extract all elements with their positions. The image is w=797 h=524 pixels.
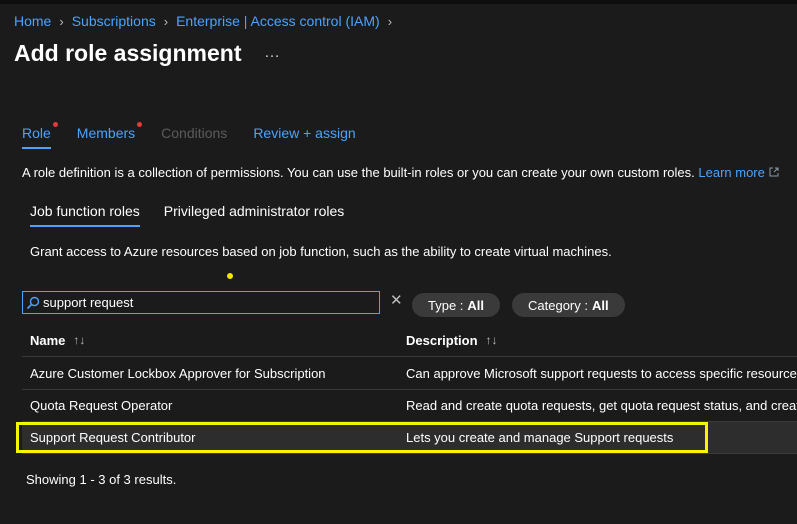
role-description-text: A role definition is a collection of per… [22,165,695,180]
role-name[interactable]: Support Request Contributor [30,430,195,445]
top-bar [0,0,797,4]
column-header-name-label: Name [30,332,66,348]
table-row[interactable]: Quota Request Operator Read and create q… [22,390,797,422]
chevron-right-icon: › [387,13,393,29]
role-type-tabs: Job function roles Privileged administra… [30,203,368,227]
column-header-description-label: Description [406,332,478,348]
tab-role[interactable]: Role [22,122,58,149]
page-title: Add role assignment [14,40,242,66]
search-input[interactable] [43,295,363,310]
type-filter-button[interactable]: Type : All [412,293,501,317]
role-description: A role definition is a collection of per… [22,165,779,180]
category-filter-button[interactable]: Category : All [512,293,625,317]
tab-members-label: Members [76,125,136,141]
role-description-cell: Lets you create and manage Support reque… [406,430,674,445]
more-options-icon[interactable]: … [264,44,281,62]
tab-conditions: Conditions [161,125,227,149]
tab-job-function-roles[interactable]: Job function roles [30,203,140,227]
table-row[interactable]: Azure Customer Lockbox Approver for Subs… [22,358,797,390]
header-divider [22,356,797,357]
breadcrumb: Home › Subscriptions › Enterprise | Acce… [14,13,392,29]
tab-members[interactable]: Members [76,122,143,149]
role-description-cell: Read and create quota requests, get quot… [406,398,797,413]
type-filter-label: Type : [428,297,464,313]
sort-icon[interactable]: ↑↓ [73,333,85,347]
learn-more-link[interactable]: Learn more [698,165,779,180]
breadcrumb-subscriptions[interactable]: Subscriptions [72,13,156,29]
table-row[interactable]: Support Request Contributor Lets you cre… [22,422,797,454]
external-link-icon [769,167,779,177]
tab-review-label: Review + assign [253,125,356,141]
wizard-tabs: Role Members Conditions Review + assign [22,122,382,149]
tab-role-label: Role [22,125,51,141]
tab-conditions-label: Conditions [161,125,228,141]
required-dot-icon [52,122,58,127]
role-name[interactable]: Azure Customer Lockbox Approver for Subs… [30,366,326,381]
cursor-indicator [227,273,233,279]
category-filter-label: Category : [528,297,588,313]
search-box[interactable] [22,291,380,314]
chevron-right-icon: › [59,13,64,29]
tab-privileged-label: Privileged administrator roles [163,203,345,219]
learn-more-label: Learn more [698,165,765,180]
tab-privileged-admin-roles[interactable]: Privileged administrator roles [164,203,345,227]
role-name[interactable]: Quota Request Operator [30,398,172,413]
sort-icon[interactable]: ↑↓ [486,333,498,347]
role-description-cell: Can approve Microsoft support requests t… [406,366,797,381]
results-count: Showing 1 - 3 of 3 results. [26,472,177,487]
breadcrumb-home[interactable]: Home [14,13,51,29]
column-header-description[interactable]: Description ↑↓ [406,325,498,355]
clear-search-icon[interactable]: ✕ [390,291,403,309]
required-dot-icon [137,122,143,127]
tab-job-function-label: Job function roles [30,203,140,219]
breadcrumb-iam[interactable]: Enterprise | Access control (IAM) [176,13,380,29]
chevron-right-icon: › [163,13,169,29]
grant-description: Grant access to Azure resources based on… [30,244,612,259]
tab-review-assign[interactable]: Review + assign [253,125,355,149]
search-icon [23,293,43,313]
category-filter-value: All [591,297,609,313]
type-filter-value: All [467,297,485,313]
column-header-name[interactable]: Name ↑↓ [30,325,85,355]
